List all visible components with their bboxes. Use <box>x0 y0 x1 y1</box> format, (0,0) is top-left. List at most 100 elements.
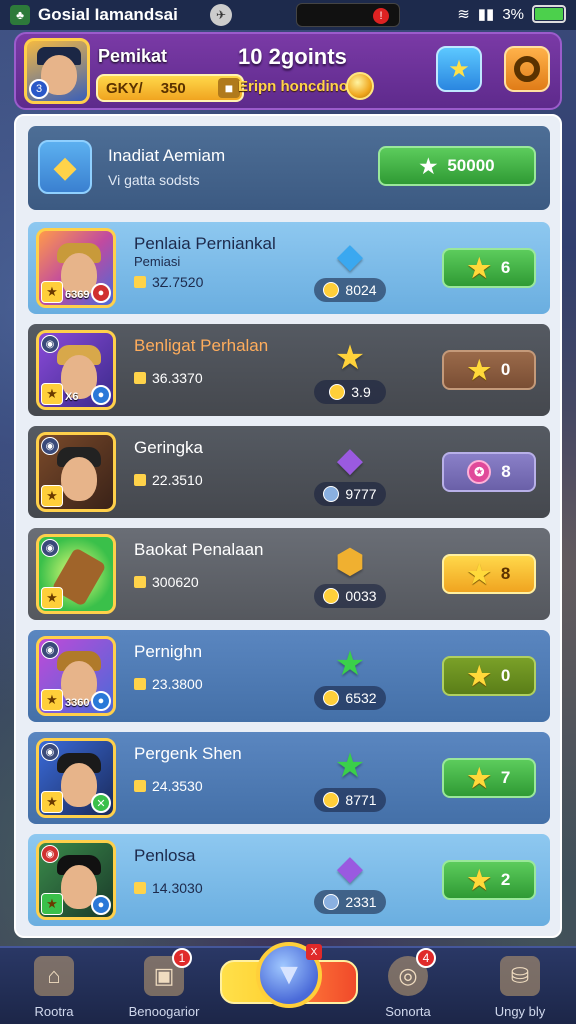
app-name: Gosial Iamandsai <box>38 5 178 24</box>
star-icon: ★ <box>448 55 470 83</box>
badge-icon: ◉ <box>41 437 59 455</box>
list-item[interactable]: ◉ ★ X6 ● Benligat Perhalan 36.3370 ★ 3.9… <box>28 324 550 416</box>
add-coins-icon[interactable]: ■ <box>218 78 240 98</box>
leaderboard-panel: ◆ Inadiat Aemiam Vi gatta sodsts ★ 50000… <box>14 114 562 938</box>
notification-badge: 1 <box>172 948 192 968</box>
badge-icon: ◉ <box>41 845 59 863</box>
badge-icon: ◉ <box>41 335 59 353</box>
rank-button[interactable]: ★ 6 <box>442 248 536 288</box>
shop-icon: ▣ 1 <box>144 948 192 996</box>
rank-badge-icon: ★ <box>41 791 63 813</box>
rank-badge-icon: ★ <box>41 485 63 507</box>
list-item[interactable]: ◉ ★ 3360 ● Pernighn 23.3800 ★ 6532 ★ 0 <box>28 630 550 722</box>
list-item[interactable]: ◉ ★ Geringka 22.3510 ◆ 9777 ✪ 8 <box>28 426 550 518</box>
player-portrait: ◉ ★ ● <box>36 840 116 920</box>
status-dot-icon: ● <box>91 691 111 711</box>
list-item[interactable]: ◉ ★ ● Penlosa 14.3030 ◆ 2331 ★ 2 <box>28 834 550 926</box>
points-title: 10 2goints <box>238 44 347 69</box>
star-icon: ★ <box>467 864 491 895</box>
gem-value: 8024 <box>314 278 386 302</box>
gem-value: 8771 <box>314 788 386 812</box>
rank-button[interactable]: ★ 0 <box>442 350 536 390</box>
badge-icon: ◉ <box>41 743 59 761</box>
settings-button[interactable] <box>504 46 550 92</box>
nav-item-explore[interactable]: ◎ 4 Sonorta <box>358 948 458 1022</box>
rank-button[interactable]: ★ 2 <box>442 860 536 900</box>
nav-item-shop[interactable]: ▣ 1 Benoogarior <box>114 948 214 1022</box>
coin-icon <box>346 72 374 100</box>
green-star-icon: ★ <box>334 645 366 683</box>
nav-item-bag[interactable]: ⛁ Ungy bly <box>470 956 570 1022</box>
notification-dot: ! <box>373 8 389 24</box>
entry-name: Geringka <box>134 438 203 457</box>
featured-subtitle: Vi gatta sodsts <box>108 172 200 188</box>
entry-meta: 36.3370 <box>134 370 203 386</box>
star-icon: ★ <box>467 558 491 589</box>
rank-button[interactable]: ✪ 8 <box>442 452 536 492</box>
player-name: Pemikat <box>98 46 168 66</box>
gem-value: 0033 <box>314 584 386 608</box>
star-icon: ★ <box>467 762 491 793</box>
status-dot-icon: ✕ <box>91 793 111 813</box>
level-badge: 3 <box>29 79 49 99</box>
entry-name: Penlaia Perniankal <box>134 234 276 253</box>
entry-name: Baokat Penalaan <box>134 540 264 559</box>
star-icon: ★ <box>467 252 491 283</box>
gem-value: 9777 <box>314 482 386 506</box>
notification-pill[interactable]: ! <box>296 3 400 27</box>
compass-status-icon: ✈ <box>210 4 232 26</box>
battery-icon <box>532 5 566 23</box>
player-portrait: ◉ ★ <box>36 432 116 512</box>
purple-gem-icon: ◆ <box>336 441 364 479</box>
nav-item-home[interactable]: ⌂ Rootra <box>4 956 104 1022</box>
list-item[interactable]: ◉ ★ Baokat Penalaan 300620 ⬢ 0033 ★ 8 <box>28 528 550 620</box>
purple-gem-icon: ◆ <box>336 849 364 887</box>
list-item[interactable]: ◉ ★ ✕ Pergenk Shen 24.3530 ★ 8771 ★ 7 <box>28 732 550 824</box>
status-dot-icon: ● <box>91 283 111 303</box>
status-dot-icon: ● <box>91 385 111 405</box>
favorites-button[interactable]: ★ <box>436 46 482 92</box>
gem-value: 2331 <box>314 890 386 914</box>
gem-value: 3.9 <box>314 380 386 404</box>
badge-icon: ◉ <box>41 539 59 557</box>
trophy-icon: ◆ <box>38 140 92 194</box>
player-portrait: ◉ ★ X6 ● <box>36 330 116 410</box>
rank-button[interactable]: ★ 0 <box>442 656 536 696</box>
gold-star-icon: ★ <box>334 339 366 377</box>
entry-sub: Pemiasi <box>134 254 181 269</box>
featured-claim-button[interactable]: ★ 50000 <box>378 146 536 186</box>
center-badge: X <box>306 944 322 960</box>
rank-badge-icon: ★ <box>41 587 63 609</box>
rank-button[interactable]: ★ 8 <box>442 554 536 594</box>
rank-badge-icon: ★ <box>41 281 63 303</box>
rank-button[interactable]: ★ 7 <box>442 758 536 798</box>
entry-meta: 23.3800 <box>134 676 203 692</box>
star-icon: ★ <box>467 354 491 385</box>
nav-label: Sonorta <box>385 1004 431 1019</box>
nav-label: Ungy bly <box>494 1004 546 1019</box>
featured-row[interactable]: ◆ Inadiat Aemiam Vi gatta sodsts ★ 50000 <box>28 126 550 210</box>
entry-name: Pernighn <box>134 642 203 661</box>
blue-gem-icon: ◆ <box>336 237 364 275</box>
portrait-score: 3360 <box>65 697 90 709</box>
portrait-score: 6369 <box>65 289 90 301</box>
rank-badge-icon: ★ <box>41 893 63 915</box>
compass-icon: ◎ 4 <box>388 948 436 996</box>
badge-icon: ◉ <box>41 641 59 659</box>
player-avatar[interactable]: 3 <box>24 38 90 104</box>
coin-counter[interactable]: GKY/ 350 ■ <box>96 74 244 102</box>
list-item[interactable]: ★ 6369 ● Penlaia Perniankal Pemiasi 3Z.7… <box>28 222 550 314</box>
rank-badge-icon: ★ <box>41 689 63 711</box>
player-portrait: ◉ ★ ✕ <box>36 738 116 818</box>
nav-label: Benoogarior <box>128 1004 200 1019</box>
medal-icon: ✪ <box>467 460 492 484</box>
player-header: 3 Pemikat GKY/ 350 ■ 10 2goints Eripn ho… <box>14 32 562 110</box>
portrait-score: X6 <box>65 391 79 403</box>
player-portrait: ◉ ★ <box>36 534 116 614</box>
player-portrait: ★ 6369 ● <box>36 228 116 308</box>
star-icon: ★ <box>467 660 491 691</box>
nav-label: Rootra <box>34 1004 74 1019</box>
entry-meta: 300620 <box>134 574 199 590</box>
green-star-icon: ★ <box>334 747 366 785</box>
entry-name: Benligat Perhalan <box>134 336 269 355</box>
